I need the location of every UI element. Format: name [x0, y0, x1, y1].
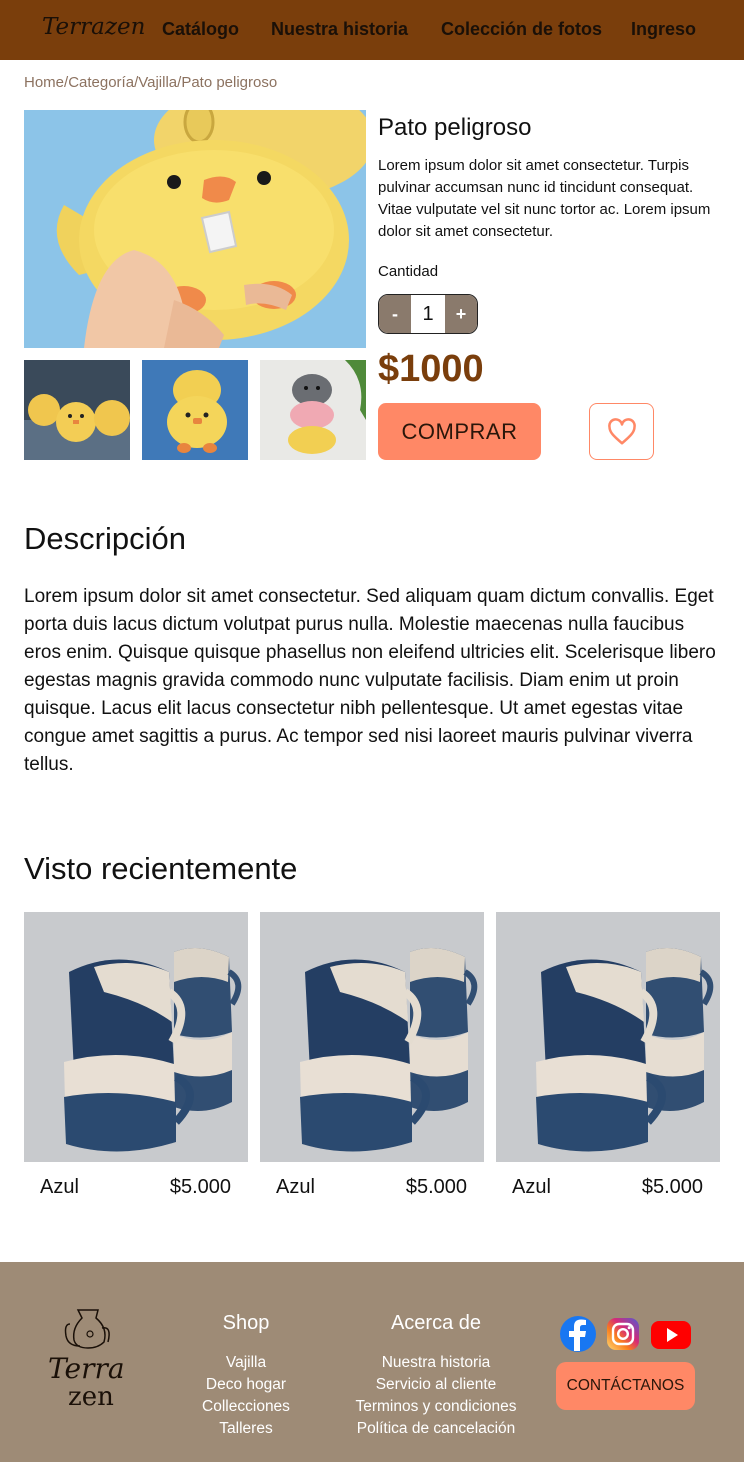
- footer-shop-links: Vajilla Deco hogar Collecciones Talleres: [202, 1352, 290, 1440]
- recent-product-name: Azul: [276, 1176, 315, 1198]
- recent-product-price: $5.000: [169, 1176, 231, 1198]
- recent-product-image[interactable]: [496, 912, 720, 1162]
- recent-product-name: Azul: [40, 1176, 79, 1198]
- product-main-image[interactable]: [24, 110, 366, 348]
- footer-link-cancelacion[interactable]: Política de cancelación: [355, 1418, 516, 1440]
- product-thumbnail-1[interactable]: [24, 360, 130, 460]
- product-thumbnail-3[interactable]: [260, 360, 366, 460]
- product-title: Pato peligroso: [378, 114, 532, 141]
- recent-product-image[interactable]: [24, 912, 248, 1162]
- footer-shop-heading: Shop: [222, 1312, 270, 1334]
- breadcrumb: Home/Categoría/Vajilla/Pato peligroso: [24, 74, 277, 91]
- footer-about-links: Nuestra historia Servicio al cliente Ter…: [355, 1352, 516, 1440]
- favorite-button[interactable]: [589, 403, 654, 460]
- footer-logo[interactable]: Terra zen: [46, 1306, 136, 1416]
- footer-link-talleres[interactable]: Talleres: [202, 1418, 290, 1440]
- quantity-stepper: - 1 +: [378, 294, 478, 334]
- footer-about-heading: Acerca de: [390, 1312, 482, 1334]
- quantity-increase-button[interactable]: +: [445, 295, 477, 333]
- breadcrumb-current: Pato peligroso: [181, 74, 278, 91]
- breadcrumb-categoria[interactable]: Categoría: [68, 74, 134, 91]
- footer-logo-line2: zen: [68, 1382, 114, 1412]
- recent-product-card[interactable]: Azul $5.000: [496, 912, 720, 1212]
- nav-link-nuestra-historia[interactable]: Nuestra historia: [271, 19, 408, 40]
- product-price: $1000: [378, 348, 484, 390]
- footer-link-terminos[interactable]: Terminos y condiciones: [355, 1396, 516, 1418]
- footer-link-deco-hogar[interactable]: Deco hogar: [202, 1374, 290, 1396]
- recent-product-name: Azul: [512, 1176, 551, 1198]
- instagram-icon[interactable]: [604, 1315, 642, 1353]
- recently-viewed-heading: Visto recientemente: [24, 851, 298, 886]
- quantity-value[interactable]: 1: [411, 295, 445, 333]
- recent-product-image[interactable]: [260, 912, 484, 1162]
- breadcrumb-home[interactable]: Home: [24, 74, 64, 91]
- recent-product-price: $5.000: [405, 1176, 467, 1198]
- product-short-description: Lorem ipsum dolor sit amet consectetur. …: [378, 157, 711, 240]
- recent-product-card[interactable]: Azul $5.000: [260, 912, 484, 1212]
- quantity-label: Cantidad: [378, 263, 439, 280]
- breadcrumb-vajilla[interactable]: Vajilla: [138, 74, 177, 91]
- footer: Terra zen Shop Vajilla Deco hogar Collec…: [0, 1262, 744, 1462]
- contact-button[interactable]: CONTÁCTANOS: [556, 1362, 695, 1410]
- heart-icon: [607, 417, 636, 444]
- facebook-icon[interactable]: [559, 1315, 597, 1353]
- quantity-decrease-button[interactable]: -: [379, 295, 411, 333]
- recent-product-card[interactable]: Azul $5.000: [24, 912, 248, 1212]
- description-text: Lorem ipsum dolor sit amet consectetur. …: [24, 586, 716, 775]
- top-navigation-bar: Terrazen Catálogo Nuestra historia Colec…: [0, 0, 744, 60]
- footer-link-vajilla[interactable]: Vajilla: [202, 1352, 290, 1374]
- brand-logo[interactable]: Terrazen: [42, 14, 145, 40]
- footer-logo-line1: Terra: [48, 1352, 125, 1385]
- nav-link-catalogo[interactable]: Catálogo: [162, 19, 239, 40]
- nav-link-coleccion-fotos[interactable]: Colección de fotos: [441, 19, 602, 40]
- footer-link-servicio-cliente[interactable]: Servicio al cliente: [355, 1374, 516, 1396]
- recent-product-price: $5.000: [641, 1176, 703, 1198]
- footer-link-nuestra-historia[interactable]: Nuestra historia: [355, 1352, 516, 1374]
- description-heading: Descripción: [24, 521, 186, 556]
- product-thumbnail-2[interactable]: [142, 360, 248, 460]
- nav-link-ingreso[interactable]: Ingreso: [631, 19, 696, 40]
- footer-link-collecciones[interactable]: Collecciones: [202, 1396, 290, 1418]
- vase-icon: [64, 1309, 110, 1349]
- buy-button[interactable]: COMPRAR: [378, 403, 541, 460]
- youtube-icon[interactable]: [650, 1315, 692, 1353]
